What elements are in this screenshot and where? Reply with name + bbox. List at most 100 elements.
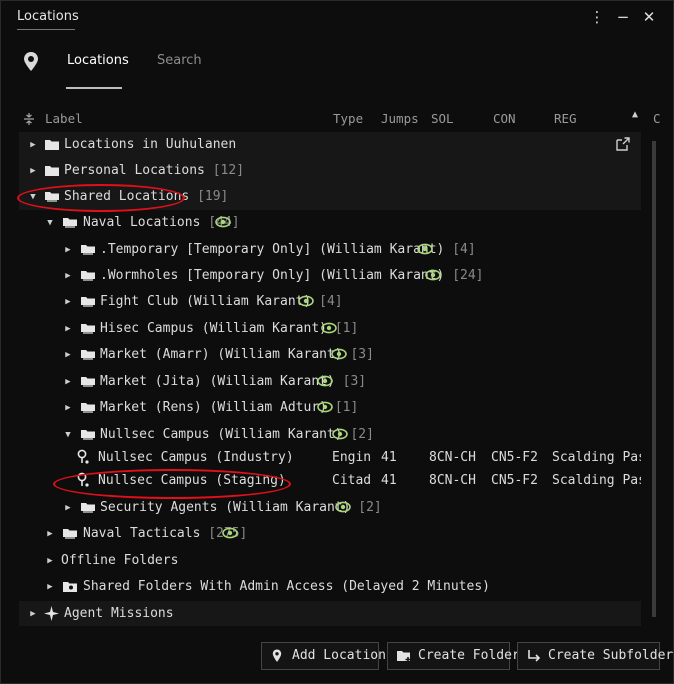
expand-arrow-icon[interactable]: ▶ xyxy=(27,163,39,177)
add-location-button[interactable]: Add Location xyxy=(261,642,386,670)
menu-icon[interactable]: ⋮ xyxy=(587,7,607,27)
title-underline xyxy=(17,29,75,30)
location-row-industry[interactable]: Nullsec Campus (Industry) Engin 41 8CN-C… xyxy=(19,447,641,470)
collapse-arrow-icon[interactable]: ▼ xyxy=(44,215,56,229)
collapse-arrow-icon[interactable]: ▼ xyxy=(62,427,74,441)
tree-row-locations-in-system[interactable]: ▶ Locations in Uuhulanen xyxy=(19,132,641,158)
tab-locations[interactable]: Locations xyxy=(67,53,129,68)
create-subfolder-button[interactable]: Create Subfolder xyxy=(517,642,673,670)
eye-icon[interactable] xyxy=(298,295,314,307)
eye-icon[interactable] xyxy=(317,401,333,413)
tree-row-folder[interactable]: ▶ Fight Club (William Karant) [4] xyxy=(19,289,641,315)
col-label[interactable]: Label xyxy=(45,111,83,126)
item-count: [3] xyxy=(350,347,374,362)
eye-icon[interactable] xyxy=(317,375,333,387)
folder-icon xyxy=(45,166,59,176)
column-header: Label Type Jumps SOL CON REG ▲ C xyxy=(17,109,667,129)
shared-folder-icon xyxy=(81,403,95,413)
col-jumps[interactable]: Jumps xyxy=(381,111,419,126)
col-reg[interactable]: REG xyxy=(554,111,577,126)
star-icon xyxy=(44,606,59,621)
tab-search[interactable]: Search xyxy=(157,53,202,68)
shared-folder-icon xyxy=(63,218,77,228)
expand-arrow-icon[interactable]: ▶ xyxy=(62,242,74,256)
location-label: Nullsec Campus (Industry) xyxy=(98,450,294,465)
item-count: [2] xyxy=(358,500,382,515)
tree-label: Hisec Campus (William Karant) [1] xyxy=(100,321,359,336)
expand-arrow-icon[interactable]: ▶ xyxy=(62,500,74,514)
location-icon xyxy=(77,449,89,464)
shared-folder-icon xyxy=(81,271,95,281)
tree-row-offline-folders[interactable]: ▶ Offline Folders xyxy=(19,548,641,574)
external-link-icon[interactable] xyxy=(615,136,631,152)
tree-row-folder[interactable]: ▶ Hisec Campus (William Karant) [1] xyxy=(19,316,641,342)
minimize-button[interactable]: − xyxy=(613,7,633,27)
tab-bar: Locations Search xyxy=(1,37,673,93)
shared-folder-icon xyxy=(81,245,95,255)
item-count: [4] xyxy=(319,294,343,309)
tree-label: Offline Folders xyxy=(61,553,179,568)
eye-icon[interactable] xyxy=(215,216,231,228)
expand-arrow-icon[interactable]: ▶ xyxy=(62,374,74,388)
expand-arrow-icon[interactable]: ▶ xyxy=(62,347,74,361)
tree-row-naval-tacticals[interactable]: ▶ Naval Tacticals [275] xyxy=(19,521,641,547)
expand-arrow-icon[interactable]: ▶ xyxy=(62,321,74,335)
location-con: CN5-F2 xyxy=(491,473,538,488)
create-folder-button[interactable]: Create Folder xyxy=(387,642,520,670)
tree-label: Locations in Uuhulanen xyxy=(64,137,237,152)
collapse-all-icon[interactable] xyxy=(23,112,35,126)
button-label: Add Location xyxy=(292,648,386,663)
eye-icon[interactable] xyxy=(222,527,238,539)
shared-folder-icon xyxy=(81,350,95,360)
expand-arrow-icon[interactable]: ▶ xyxy=(44,579,56,593)
col-type[interactable]: Type xyxy=(333,111,363,126)
scrollbar[interactable] xyxy=(652,141,656,617)
item-count: [4] xyxy=(452,242,476,257)
eye-icon[interactable] xyxy=(425,269,441,281)
tree-row-security-agents[interactable]: ▶ Security Agents (William Karant) [2] xyxy=(19,495,641,521)
expand-arrow-icon[interactable]: ▶ xyxy=(27,606,39,620)
eye-icon[interactable] xyxy=(321,322,337,334)
tree-row-agent-missions[interactable]: ▶ Agent Missions xyxy=(19,601,641,626)
location-sol: 8CN-CH xyxy=(429,450,476,465)
admin-folder-icon xyxy=(63,582,77,592)
col-con[interactable]: CON xyxy=(493,111,516,126)
tree-row-naval-locations[interactable]: ▼ Naval Locations [44] xyxy=(19,210,641,236)
col-sol[interactable]: SOL xyxy=(431,111,454,126)
shared-folder-icon xyxy=(63,529,77,539)
shared-folder-icon xyxy=(81,377,95,387)
button-label: Create Folder xyxy=(418,648,520,663)
eye-icon[interactable] xyxy=(417,243,433,255)
item-count: [1] xyxy=(334,321,359,336)
item-count: [2] xyxy=(350,427,374,442)
folder-icon xyxy=(45,140,59,150)
col-truncated[interactable]: C xyxy=(653,111,661,126)
location-reg: Scalding Pass xyxy=(552,473,641,488)
tree-row-folder[interactable]: ▶ Market (Rens) (William Adtur) [1] xyxy=(19,395,641,421)
tree-row-folder[interactable]: ▶ Market (Amarr) (William Karant) [3] xyxy=(19,342,641,368)
expand-arrow-icon[interactable]: ▶ xyxy=(62,400,74,414)
sort-ascending-icon: ▲ xyxy=(632,109,639,120)
window-title: Locations xyxy=(17,9,79,24)
close-button[interactable]: ✕ xyxy=(639,7,659,27)
title-bar[interactable]: Locations ⋮ − ✕ xyxy=(1,1,673,35)
expand-arrow-icon[interactable]: ▶ xyxy=(62,268,74,282)
eye-icon[interactable] xyxy=(335,501,351,513)
shared-folder-icon xyxy=(81,430,95,440)
locations-window: Locations ⋮ − ✕ Locations Search Label T… xyxy=(0,0,674,684)
expand-arrow-icon[interactable]: ▶ xyxy=(27,137,39,151)
location-reg: Scalding Pass xyxy=(552,450,641,465)
eye-icon[interactable] xyxy=(332,428,348,440)
tree-row-personal-locations[interactable]: ▶ Personal Locations [12] xyxy=(19,158,641,184)
tree-row-folder[interactable]: ▶ Market (Jita) (William Karant) [3] xyxy=(19,369,641,395)
tree-row-folder[interactable]: ▶ .Temporary [Temporary Only] (William K… xyxy=(19,237,641,263)
tree-row-folder[interactable]: ▶ .Wormholes [Temporary Only] (William K… xyxy=(19,263,641,289)
tree-row-nullsec-campus[interactable]: ▼ Nullsec Campus (William Karant) [2] xyxy=(19,422,641,448)
expand-arrow-icon[interactable]: ▶ xyxy=(44,526,56,540)
location-jumps: 41 xyxy=(381,450,397,465)
pin-icon xyxy=(272,649,282,662)
eye-icon[interactable] xyxy=(331,348,347,360)
tree-row-shared-admin[interactable]: ▶ Shared Folders With Admin Access (Dela… xyxy=(19,574,641,600)
expand-arrow-icon[interactable]: ▶ xyxy=(44,553,56,567)
expand-arrow-icon[interactable]: ▶ xyxy=(62,294,74,308)
